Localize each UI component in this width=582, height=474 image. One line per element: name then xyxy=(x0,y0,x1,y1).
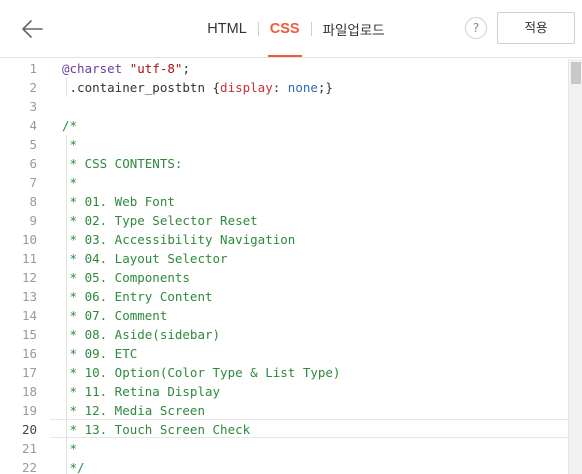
code-line: /* xyxy=(62,116,580,135)
code-line: @charset "utf-8"; xyxy=(62,59,580,78)
code-line: * 12. Media Screen xyxy=(62,401,580,420)
indent-guide xyxy=(66,78,67,97)
code-token: * 10. Option(Color Type & List Type) xyxy=(62,365,341,380)
editor-tabs: HTML CSS 파일업로드 xyxy=(0,0,582,58)
code-line: * 06. Entry Content xyxy=(62,287,580,306)
code-token: none xyxy=(287,80,318,95)
line-number: 3 xyxy=(29,99,37,114)
code-token: { xyxy=(212,80,221,95)
line-number: 2 xyxy=(29,80,37,95)
back-button[interactable] xyxy=(18,14,48,44)
help-button[interactable]: ? xyxy=(465,17,487,39)
line-number-gutter: 1 2 3 4 5 6 7 8 9 10 11 12 13 14 15 16 17 18 19 20 21 22 xyxy=(0,59,50,474)
code-line: * 01. Web Font xyxy=(62,192,580,211)
line-number: 18 xyxy=(21,384,37,399)
code-token: * xyxy=(62,175,78,190)
code-token: * 05. Components xyxy=(62,270,190,285)
code-token: * xyxy=(62,137,78,152)
editor-toolbar: HTML CSS 파일업로드 ? 적용 xyxy=(0,0,582,58)
code-token: * 06. Entry Content xyxy=(62,289,213,304)
code-line: * 10. Option(Color Type & List Type) xyxy=(62,363,580,382)
line-number: 16 xyxy=(21,346,37,361)
code-line: * 07. Comment xyxy=(62,306,580,325)
code-token: "utf-8" xyxy=(129,61,183,76)
code-line: * xyxy=(62,439,580,458)
line-number: 4 xyxy=(29,118,37,133)
line-number: 11 xyxy=(21,251,37,266)
line-number: 22 xyxy=(21,460,37,474)
tab-separator xyxy=(310,22,312,36)
code-token: * 03. Accessibility Navigation xyxy=(62,232,296,247)
line-number: 6 xyxy=(29,156,37,171)
line-number: 15 xyxy=(21,327,37,342)
line-number: 10 xyxy=(21,232,37,247)
code-token: * xyxy=(62,441,78,456)
scrollbar-thumb[interactable] xyxy=(571,62,581,84)
line-number: 8 xyxy=(29,194,37,209)
line-number: 1 xyxy=(29,61,37,76)
code-editor[interactable]: 1 2 3 4 5 6 7 8 9 10 11 12 13 14 15 16 17 18 19 20 21 22 @cha… xyxy=(0,59,582,474)
code-token: display xyxy=(220,80,273,95)
indent-guide xyxy=(66,135,67,474)
code-line: * 04. Layout Selector xyxy=(62,249,580,268)
code-token: * 04. Layout Selector xyxy=(62,251,228,266)
code-token: @charset xyxy=(62,61,123,76)
tab-file-upload[interactable]: 파일업로드 xyxy=(321,19,387,39)
question-icon: ? xyxy=(472,21,480,35)
code-token: * 12. Media Screen xyxy=(62,403,205,418)
code-token: * 07. Comment xyxy=(62,308,168,323)
line-number: 21 xyxy=(21,441,37,456)
line-number: 19 xyxy=(21,403,37,418)
code-token: * 02. Type Selector Reset xyxy=(62,213,258,228)
code-token: * 09. ETC xyxy=(62,346,138,361)
code-line: * 05. Components xyxy=(62,268,580,287)
arrow-left-icon xyxy=(22,20,43,38)
line-number: 7 xyxy=(29,175,37,190)
code-line: * xyxy=(62,173,580,192)
line-number: 13 xyxy=(21,289,37,304)
code-area[interactable]: @charset "utf-8"; .container_postbtn {di… xyxy=(50,59,568,474)
vertical-scrollbar[interactable] xyxy=(568,59,582,474)
code-token: .container_postbtn xyxy=(62,80,213,95)
code-line: */ xyxy=(62,458,580,474)
code-line: * 09. ETC xyxy=(62,344,580,363)
code-token: * 11. Retina Display xyxy=(62,384,221,399)
line-number: 20 xyxy=(21,422,37,437)
code-line: * 02. Type Selector Reset xyxy=(62,211,580,230)
code-token: /* xyxy=(62,118,78,133)
line-number: 14 xyxy=(21,308,37,323)
code-token: : xyxy=(272,80,288,95)
code-line: * xyxy=(62,135,580,154)
line-number: 9 xyxy=(29,213,37,228)
code-token: * 08. Aside(sidebar) xyxy=(62,327,221,342)
tab-css[interactable]: CSS xyxy=(267,21,302,57)
code-token: * 13. Touch Screen Check xyxy=(62,422,251,437)
code-token: * CSS CONTENTS: xyxy=(62,156,183,171)
tab-separator xyxy=(257,22,259,36)
code-token: * 01. Web Font xyxy=(62,194,175,209)
line-number: 12 xyxy=(21,270,37,285)
line-number: 17 xyxy=(21,365,37,380)
code-line: * 08. Aside(sidebar) xyxy=(62,325,580,344)
code-token: ;} xyxy=(317,80,333,95)
code-line: .container_postbtn {display: none;} xyxy=(62,78,580,97)
code-line: * 13. Touch Screen Check xyxy=(62,420,580,439)
code-line: * 11. Retina Display xyxy=(62,382,580,401)
line-number: 5 xyxy=(29,137,37,152)
tab-html[interactable]: HTML xyxy=(205,21,248,37)
code-token: ; xyxy=(182,61,190,76)
apply-button[interactable]: 적용 xyxy=(497,12,575,44)
code-line: * 03. Accessibility Navigation xyxy=(62,230,580,249)
code-line: * CSS CONTENTS: xyxy=(62,154,580,173)
